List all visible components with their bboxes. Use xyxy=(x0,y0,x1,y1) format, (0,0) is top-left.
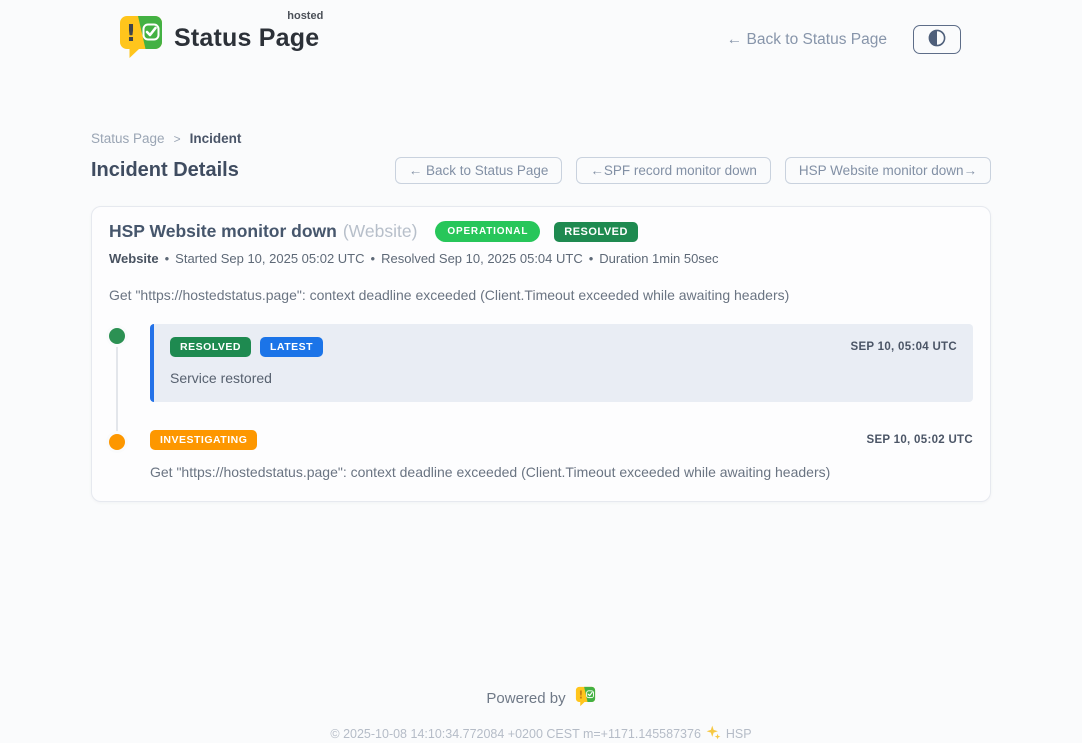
incident-card: HSP Website monitor down (Website) OPERA… xyxy=(91,206,991,502)
svg-text:!: ! xyxy=(126,21,137,47)
logo-title: Status Page xyxy=(174,24,319,52)
meta-dot: • xyxy=(371,251,376,266)
green-dot-icon xyxy=(109,328,125,344)
sparkles-icon xyxy=(706,725,721,743)
header: ! Status Page hosted ← Back to Status Pa… xyxy=(0,0,1082,65)
prev-incident-button[interactable]: ←SPF record monitor down xyxy=(576,157,771,184)
header-back-link[interactable]: ← Back to Status Page xyxy=(727,31,887,49)
timeline-entry-latest: RESOLVED LATEST SEP 10, 05:04 UTC Servic… xyxy=(109,324,973,402)
copyright-line: © 2025-10-08 14:10:34.772084 +0200 CEST … xyxy=(91,725,991,743)
copyright-suffix: HSP xyxy=(726,727,752,741)
incident-meta: Website • Started Sep 10, 2025 05:02 UTC… xyxy=(109,251,973,266)
powered-by-label: Powered by xyxy=(486,690,565,707)
entry-badges: RESOLVED LATEST xyxy=(170,337,323,357)
latest-update-box: RESOLVED LATEST SEP 10, 05:04 UTC Servic… xyxy=(150,324,973,402)
header-right: ← Back to Status Page xyxy=(727,25,961,54)
logo-text: Status Page hosted xyxy=(174,14,319,53)
incident-timeline: RESOLVED LATEST SEP 10, 05:04 UTC Servic… xyxy=(109,324,973,480)
page-title: Incident Details xyxy=(91,159,239,182)
meta-component: Website xyxy=(109,251,159,266)
breadcrumb-incident: Incident xyxy=(190,131,242,146)
meta-dot: • xyxy=(589,251,594,266)
entry-head: INVESTIGATING SEP 10, 05:02 UTC xyxy=(150,430,973,450)
breadcrumb-separator: > xyxy=(174,132,181,146)
back-to-status-page-button[interactable]: ← Back to Status Page xyxy=(395,157,563,184)
incident-description: Get "https://hostedstatus.page": context… xyxy=(109,287,973,303)
incident-nav-buttons: ← Back to Status Page ←SPF record monito… xyxy=(395,157,991,184)
breadcrumb-status-page[interactable]: Status Page xyxy=(91,131,165,146)
latest-badge: LATEST xyxy=(260,337,323,357)
half-circle-contrast-icon xyxy=(928,29,946,50)
entry-message: Service restored xyxy=(170,370,957,386)
logo[interactable]: ! Status Page hosted xyxy=(118,14,319,65)
operational-badge: OPERATIONAL xyxy=(435,221,540,242)
incident-component: (Website) xyxy=(343,221,418,242)
meta-started: Started Sep 10, 2025 05:02 UTC xyxy=(175,251,364,266)
copyright-text: © 2025-10-08 14:10:34.772084 +0200 CEST … xyxy=(330,727,701,741)
orange-dot-icon xyxy=(109,434,125,450)
powered-by: Powered by ! xyxy=(486,686,595,711)
incident-title-row: HSP Website monitor down (Website) OPERA… xyxy=(109,221,973,242)
entry-badges: INVESTIGATING xyxy=(150,430,257,450)
meta-duration: Duration 1min 50sec xyxy=(599,251,718,266)
timeline-entry-investigating: INVESTIGATING SEP 10, 05:02 UTC Get "htt… xyxy=(109,430,973,480)
incident-title: HSP Website monitor down xyxy=(109,221,337,242)
meta-resolved: Resolved Sep 10, 2025 05:04 UTC xyxy=(381,251,583,266)
entry-head: RESOLVED LATEST SEP 10, 05:04 UTC xyxy=(170,337,957,357)
status-page-logo-icon: ! xyxy=(118,14,164,65)
timeline-entry-content: INVESTIGATING SEP 10, 05:02 UTC Get "htt… xyxy=(150,430,973,480)
main-content: Status Page > Incident Incident Details … xyxy=(91,131,991,743)
resolved-badge: RESOLVED xyxy=(554,222,638,242)
status-page-mini-logo-icon[interactable]: ! xyxy=(575,686,596,711)
breadcrumb: Status Page > Incident xyxy=(91,131,991,146)
timeline-dot-col xyxy=(109,430,150,480)
timeline-entry-content: RESOLVED LATEST SEP 10, 05:04 UTC Servic… xyxy=(150,324,973,402)
theme-toggle-button[interactable] xyxy=(913,25,961,54)
title-row: Incident Details ← Back to Status Page ←… xyxy=(91,157,991,184)
investigating-badge: INVESTIGATING xyxy=(150,430,257,450)
footer: Powered by ! © 2025-10-08 14:10:34.77208… xyxy=(91,686,991,743)
resolved-status-badge: RESOLVED xyxy=(170,337,251,357)
logo-hosted-label: hosted xyxy=(287,10,323,22)
entry-message: Get "https://hostedstatus.page": context… xyxy=(150,464,973,480)
svg-text:!: ! xyxy=(578,689,583,701)
next-incident-button[interactable]: HSP Website monitor down→ xyxy=(785,157,991,184)
entry-timestamp: SEP 10, 05:04 UTC xyxy=(850,341,957,353)
entry-timestamp: SEP 10, 05:02 UTC xyxy=(866,434,973,446)
timeline-dot-col xyxy=(109,324,150,402)
meta-dot: • xyxy=(165,251,170,266)
